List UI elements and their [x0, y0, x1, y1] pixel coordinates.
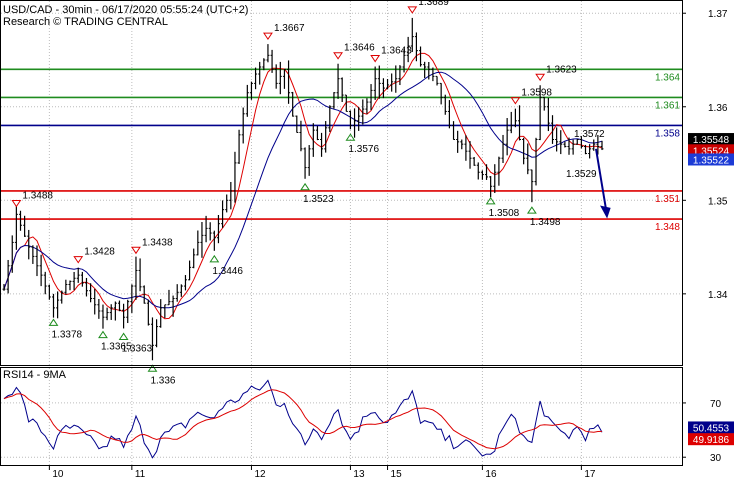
swing-low-label: 1.3523 — [303, 194, 334, 205]
price-tag-label-ask: 1.35522 — [693, 155, 730, 166]
y-tick-label: 1.34 — [708, 290, 728, 301]
swing-high-label: 1.3488 — [22, 191, 53, 202]
x-tick-label: 17 — [584, 469, 596, 480]
x-tick-label: 13 — [353, 469, 365, 480]
swing-high-label: 1.3428 — [84, 247, 115, 258]
swing-low-label: 1.3498 — [530, 217, 561, 228]
y-tick-label: 1.35 — [708, 196, 728, 207]
swing-low-label: 1.3446 — [212, 266, 243, 277]
swing-high-label: 1.3643 — [381, 46, 412, 57]
swing-high-label: 1.3438 — [142, 237, 173, 248]
rsi-ma-value-label: 49.9186 — [693, 435, 730, 446]
key-level-label: 1.361 — [655, 100, 680, 111]
key-level-label: 1.358 — [655, 128, 680, 139]
swing-low-label: 1.3378 — [51, 329, 82, 340]
y-tick-label: 1.37 — [708, 9, 728, 20]
x-tick-label: 11 — [135, 469, 146, 480]
chart-background — [0, 0, 735, 480]
x-tick-label: 12 — [254, 469, 266, 480]
x-tick-label: 15 — [391, 469, 403, 480]
swing-high-label: 1.3598 — [521, 88, 552, 99]
rsi-tick-label: 70 — [710, 399, 722, 410]
chart-title: USD/CAD - 30min - 06/17/2020 05:55:24 (U… — [3, 4, 248, 16]
key-level-label: 1.364 — [655, 72, 680, 83]
projection-label-lower: 1.3529 — [566, 169, 597, 180]
chart-subtitle: Research © TRADING CENTRAL — [3, 16, 168, 28]
key-level-label: 1.348 — [655, 222, 680, 233]
swing-high-label: 1.3646 — [344, 43, 375, 54]
swing-high-label: 1.3667 — [274, 23, 305, 34]
swing-high-label: 1.3689 — [418, 0, 449, 8]
projection-label-upper: 1.3572 — [574, 129, 605, 140]
y-tick-label: 1.36 — [708, 103, 728, 114]
swing-low-label: 1.336 — [150, 375, 175, 386]
x-tick-label: 16 — [485, 469, 497, 480]
x-tick-label: 10 — [52, 469, 64, 480]
usdcad-chart: 1.364 1.361 1.358 1.351 1.348 1.3488 1.3378 1.… — [0, 0, 735, 480]
swing-low-label: 1.3576 — [348, 144, 379, 155]
rsi-value-label: 50.4553 — [693, 423, 730, 434]
swing-low-label: 1.3508 — [489, 208, 520, 219]
key-level-label: 1.351 — [655, 194, 680, 205]
rsi-tick-label: 30 — [710, 453, 722, 464]
swing-high-label: 1.3623 — [546, 64, 577, 75]
swing-low-label: 1.3363 — [122, 343, 153, 354]
rsi-panel-label: RSI14 - 9MA — [3, 369, 67, 381]
